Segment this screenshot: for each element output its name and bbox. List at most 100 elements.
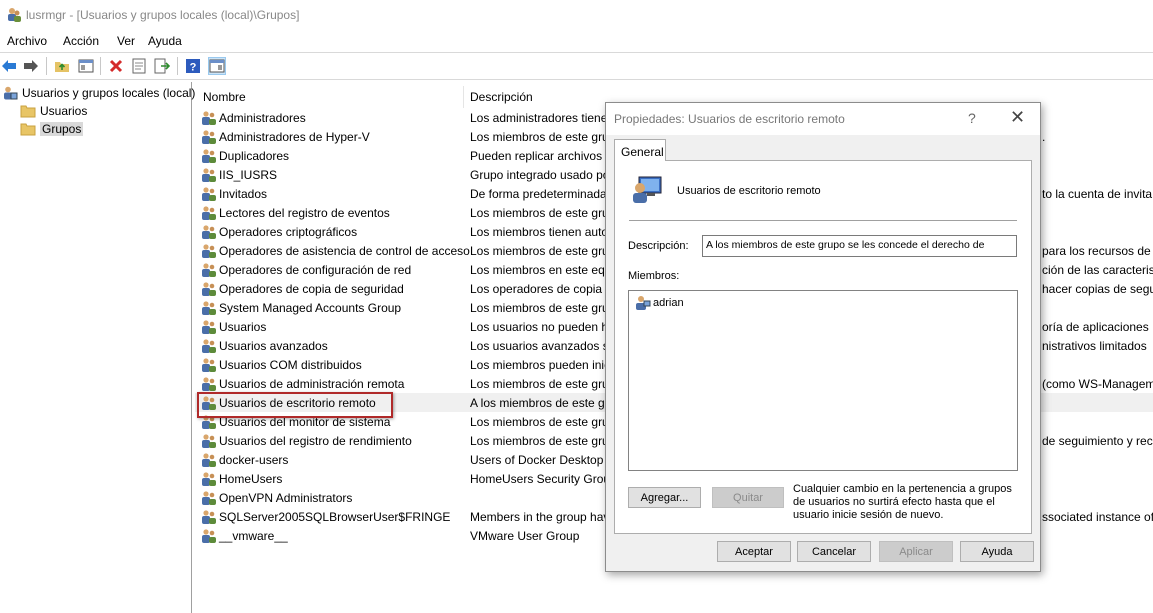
group-name-cell: Usuarios xyxy=(219,320,267,334)
group-name-cell: Duplicadores xyxy=(219,149,290,163)
group-description-cell: Members in the group hav xyxy=(470,510,610,524)
group-description-cell: Los miembros de este gru xyxy=(470,415,609,429)
group-description-cell: Los miembros de este gru xyxy=(470,301,609,315)
group-name-cell: Usuarios del registro de rendimiento xyxy=(219,434,412,448)
dialog-title-bar: Propiedades: Usuarios de escritorio remo… xyxy=(606,103,1040,135)
help-button[interactable]: Ayuda xyxy=(960,541,1034,562)
members-label: Miembros: xyxy=(628,270,680,282)
group-description-cell: Los miembros tienen auto xyxy=(470,225,609,239)
group-icon xyxy=(202,529,216,543)
group-description-cell: A los miembros de este gr xyxy=(470,396,609,410)
group-icon xyxy=(202,339,216,353)
group-name-cell: Lectores del registro de eventos xyxy=(219,206,390,220)
group-description-cell: Los operadores de copia d xyxy=(470,282,613,296)
group-description-overflow: ssociated instance of xyxy=(1042,510,1153,524)
menu-ver[interactable]: Ver xyxy=(117,34,135,48)
group-icon xyxy=(202,206,216,220)
group-icon xyxy=(202,320,216,334)
tree-pane: Usuarios y grupos locales (local) Usuari… xyxy=(0,82,195,613)
group-icon xyxy=(202,263,216,277)
back-arrow-icon[interactable] xyxy=(0,57,18,75)
group-description-cell: VMware User Group xyxy=(470,529,580,543)
group-icon xyxy=(202,510,216,524)
general-tab-panel: Usuarios de escritorio remoto Descripció… xyxy=(614,160,1032,534)
group-icon xyxy=(202,434,216,448)
group-description-overflow: oría de aplicaciones xyxy=(1042,320,1149,334)
export-list-icon[interactable] xyxy=(153,57,171,75)
group-icon xyxy=(202,282,216,296)
tree-item-usuarios[interactable]: Usuarios xyxy=(20,102,87,120)
group-description-cell: Users of Docker Desktop xyxy=(470,453,604,467)
group-description-cell: Los miembros en este equ xyxy=(470,263,612,277)
group-description-cell: Los miembros de este gru xyxy=(470,244,609,258)
group-icon xyxy=(202,244,216,258)
divider xyxy=(629,220,1017,221)
column-header-descripcion[interactable]: Descripción xyxy=(470,90,533,104)
group-description-overflow: ción de las caracterist xyxy=(1042,263,1153,277)
group-name-cell: Usuarios COM distribuidos xyxy=(219,358,362,372)
up-folder-icon[interactable] xyxy=(53,57,71,75)
group-description-cell: Los miembros de este gru xyxy=(470,206,609,220)
member-name: adrian xyxy=(653,297,684,309)
title-bar: lusrmgr - [Usuarios y grupos locales (lo… xyxy=(0,0,1153,30)
ok-button[interactable]: Aceptar xyxy=(717,541,791,562)
cancel-button[interactable]: Cancelar xyxy=(797,541,871,562)
group-description-cell: Grupo integrado usado po xyxy=(470,168,610,182)
group-description-overflow: (como WS-Managem xyxy=(1042,377,1153,391)
group-description-cell: Los administradores tiene xyxy=(470,111,608,125)
group-icon xyxy=(202,111,216,125)
column-header-nombre[interactable]: Nombre xyxy=(203,90,246,104)
tree-root-label: Usuarios y grupos locales (local) xyxy=(22,86,196,100)
group-description-overflow: hacer copias de segur xyxy=(1042,282,1153,296)
tree-root[interactable]: Usuarios y grupos locales (local) xyxy=(2,84,195,102)
group-description-cell: Los usuarios no pueden h xyxy=(470,320,609,334)
members-list[interactable]: adrian xyxy=(628,290,1018,471)
group-description-overflow: para los recursos de e xyxy=(1042,244,1153,258)
group-description-cell: Los usuarios avanzados se xyxy=(470,339,616,353)
group-name-cell: Operadores de configuración de red xyxy=(219,263,412,277)
group-description-overflow: to la cuenta de invita xyxy=(1042,187,1153,201)
toolbar: ? xyxy=(0,52,1153,80)
group-icon xyxy=(202,472,216,486)
properties-dialog: Propiedades: Usuarios de escritorio remo… xyxy=(605,102,1041,572)
member-item[interactable]: adrian xyxy=(635,295,684,311)
show-hide-tree-icon[interactable] xyxy=(77,57,95,75)
menu-accion[interactable]: Acción xyxy=(63,34,99,48)
membership-note: Cualquier cambio en la pertenencia a gru… xyxy=(793,483,1012,521)
group-name-cell: SQLServer2005SQLBrowserUser$FRINGE xyxy=(219,510,451,524)
apply-button[interactable]: Aplicar xyxy=(879,541,953,562)
group-name-cell: __vmware__ xyxy=(219,529,288,543)
users-groups-app-icon xyxy=(8,8,21,22)
properties-icon[interactable] xyxy=(130,57,148,75)
remove-member-button[interactable]: Quitar xyxy=(712,487,784,508)
forward-arrow-icon[interactable] xyxy=(22,57,40,75)
tree-item-grupos[interactable]: Grupos xyxy=(20,120,84,138)
help-icon[interactable]: ? xyxy=(184,57,202,75)
menu-bar: Archivo Acción Ver Ayuda xyxy=(0,30,1153,52)
group-description-overflow: . xyxy=(1042,130,1046,144)
description-field[interactable]: A los miembros de este grupo se les conc… xyxy=(702,235,1017,257)
selection-highlight-annotation xyxy=(197,392,393,418)
dialog-help-icon[interactable]: ? xyxy=(968,110,976,126)
group-name-cell: HomeUsers xyxy=(219,472,283,486)
group-name-cell: Operadores de copia de seguridad xyxy=(219,282,404,296)
tab-general[interactable]: General xyxy=(614,139,666,161)
group-icon xyxy=(202,187,216,201)
group-name-label: Usuarios de escritorio remoto xyxy=(677,185,821,197)
menu-archivo[interactable]: Archivo xyxy=(7,34,47,48)
group-name-cell: OpenVPN Administrators xyxy=(219,491,353,505)
menu-ayuda[interactable]: Ayuda xyxy=(148,34,182,48)
group-description-overflow: nistrativos limitados xyxy=(1042,339,1147,353)
show-hide-action-pane-icon[interactable] xyxy=(208,57,226,75)
group-icon xyxy=(202,130,216,144)
group-name-cell: System Managed Accounts Group xyxy=(219,301,402,315)
column-divider[interactable] xyxy=(463,86,464,108)
group-icon xyxy=(202,168,216,182)
delete-icon[interactable] xyxy=(107,57,125,75)
folder-icon xyxy=(20,123,36,136)
tree-item-label: Grupos xyxy=(40,122,84,136)
dialog-close-icon[interactable]: ✕ xyxy=(1010,107,1025,128)
users-groups-icon xyxy=(4,86,18,100)
add-member-button[interactable]: Agregar... xyxy=(628,487,701,508)
group-description-cell: Pueden replicar archivos e xyxy=(470,149,613,163)
